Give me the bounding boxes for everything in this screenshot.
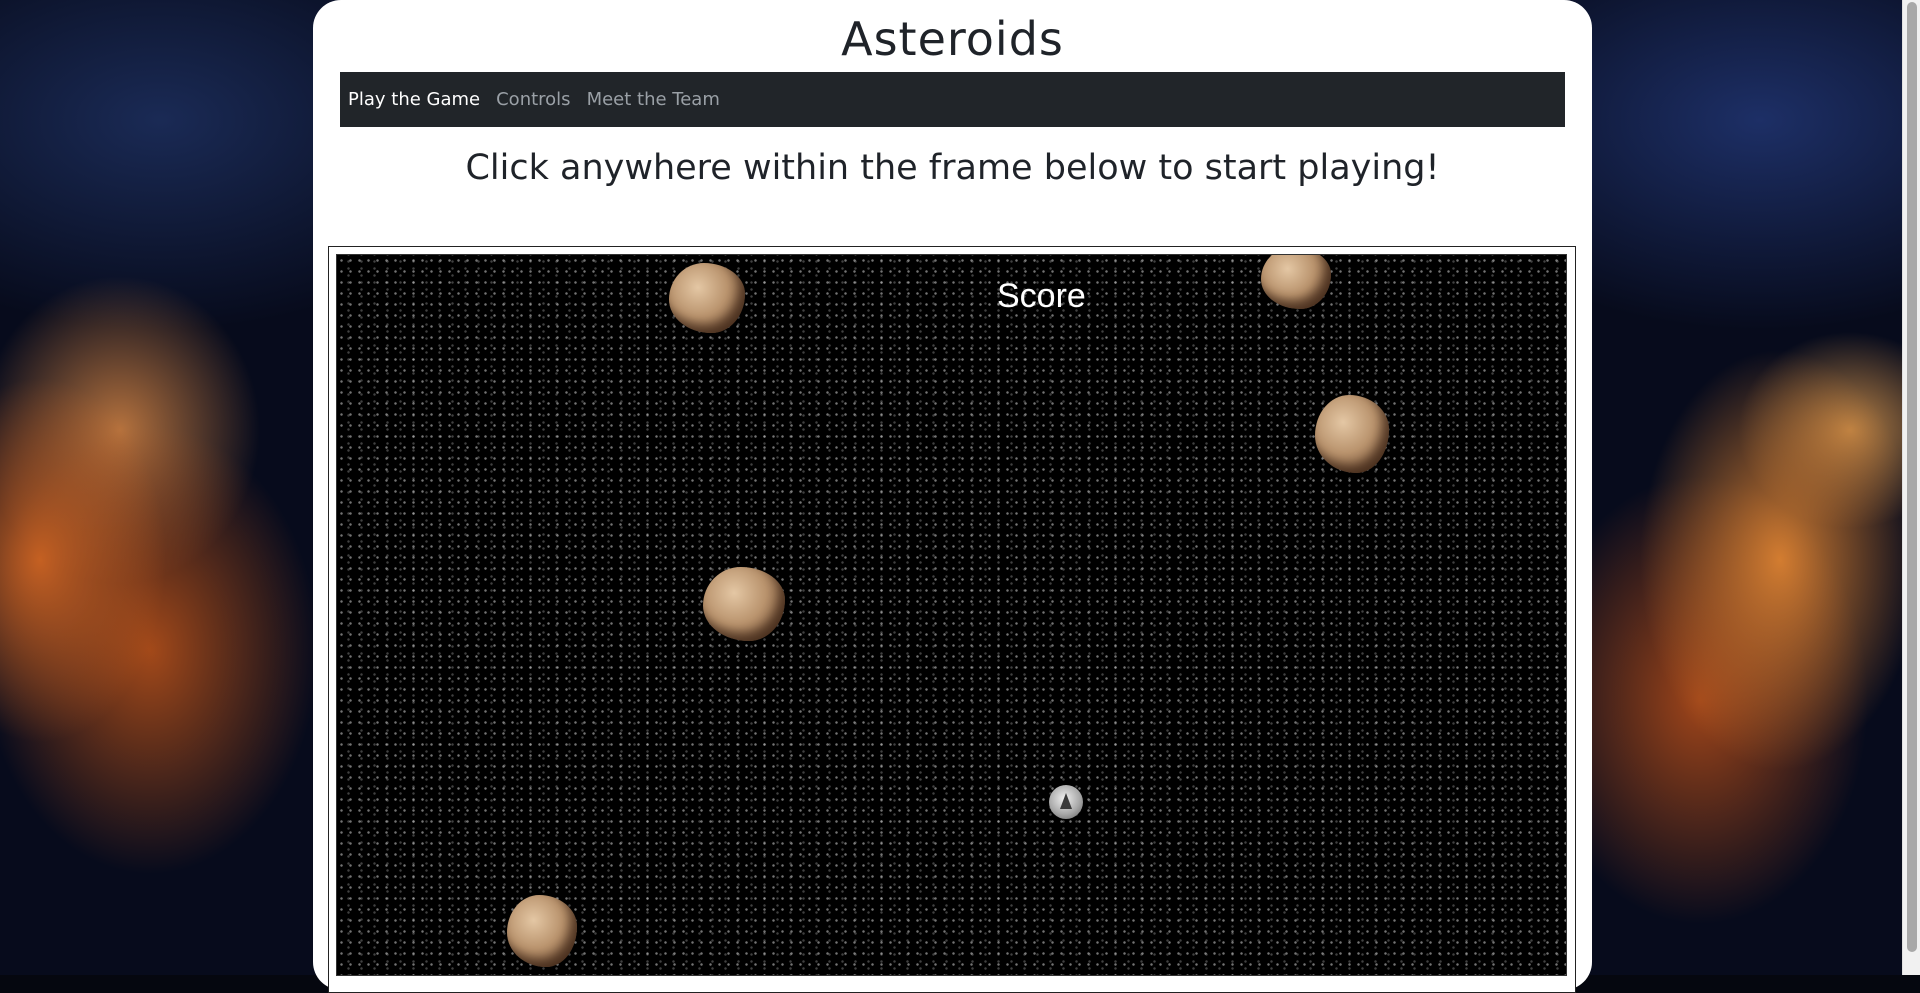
- site-title: Asteroids: [841, 12, 1064, 66]
- score-label: Score: [997, 277, 1086, 315]
- start-instruction: Click anywhere within the frame below to…: [465, 148, 1440, 188]
- game-canvas[interactable]: Score: [336, 254, 1567, 976]
- main-panel: Asteroids Play the Game Controls Meet th…: [313, 0, 1592, 993]
- asteroid-icon: [1261, 255, 1331, 309]
- scrollbar-thumb[interactable]: [1907, 2, 1917, 952]
- game-frame: Score: [328, 246, 1576, 993]
- nav-meet-the-team[interactable]: Meet the Team: [587, 89, 720, 110]
- asteroid-icon: [703, 567, 785, 641]
- asteroid-icon: [1315, 395, 1389, 473]
- navbar: Play the Game Controls Meet the Team: [340, 72, 1565, 127]
- nav-controls[interactable]: Controls: [496, 89, 570, 110]
- asteroid-icon: [669, 263, 745, 333]
- asteroid-icon: [507, 895, 577, 967]
- nav-play-the-game[interactable]: Play the Game: [348, 89, 480, 110]
- spaceship-icon: [1049, 785, 1083, 819]
- page-scrollbar[interactable]: [1902, 0, 1920, 975]
